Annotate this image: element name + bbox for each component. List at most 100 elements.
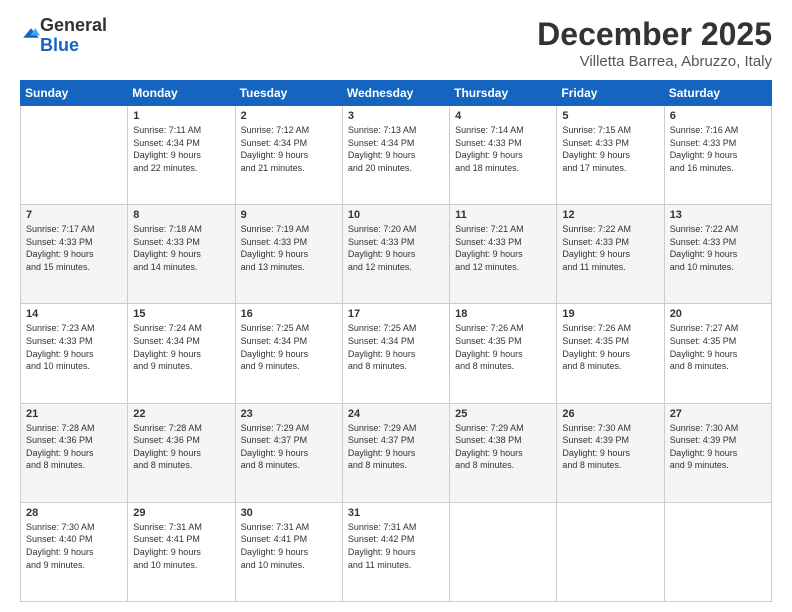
day-info: Sunrise: 7:22 AM Sunset: 4:33 PM Dayligh…: [670, 223, 766, 273]
table-row: 30 Sunrise: 7:31 AM Sunset: 4:41 PM Dayli…: [235, 502, 342, 601]
day-number: 4: [455, 110, 551, 122]
day-number: 3: [348, 110, 444, 122]
table-row: 23Sunrise: 7:29 AM Sunset: 4:37 PM Dayli…: [235, 403, 342, 502]
day-number: 7: [26, 209, 122, 221]
day-number: 5: [562, 110, 658, 122]
table-row: 26 Sunrise: 7:30 AM Sunset: 4:39 PM Dayli…: [557, 403, 664, 502]
calendar-title: December 2025: [537, 16, 772, 53]
day-info: Sunrise: 7:16 AM Sunset: 4:33 PM Dayligh…: [670, 124, 766, 174]
calendar-subtitle: Villetta Barrea, Abruzzo, Italy: [537, 53, 772, 70]
day-info: Sunrise: 7:19 AM Sunset: 4:33 PM Dayligh…: [241, 223, 337, 273]
day-info: Sunrise: 7:31 AM Sunset: 4:41 PM Dayligh…: [241, 521, 337, 571]
day-info: Sunrise: 7:26 AM Sunset: 4:35 PM Dayligh…: [455, 322, 551, 372]
day-info: Sunrise: 7:29 AM Sunset: 4:38 PM Dayligh…: [455, 422, 551, 472]
table-row: [557, 502, 664, 601]
col-monday: Monday: [128, 81, 235, 106]
day-number: 26: [562, 408, 658, 420]
table-row: 13 Sunrise: 7:22 AM Sunset: 4:33 PM Dayli…: [664, 205, 771, 304]
day-number: 12: [562, 209, 658, 221]
logo-icon: [22, 24, 40, 42]
day-number: 27: [670, 408, 766, 420]
day-info: Sunrise: 7:15 AM Sunset: 4:33 PM Dayligh…: [562, 124, 658, 174]
table-row: 28Sunrise: 7:30 AM Sunset: 4:40 PM Dayli…: [21, 502, 128, 601]
table-row: 10 Sunrise: 7:20 AM Sunset: 4:33 PM Dayli…: [342, 205, 449, 304]
day-info: Sunrise: 7:23 AM Sunset: 4:33 PM Dayligh…: [26, 322, 122, 372]
day-number: 2: [241, 110, 337, 122]
table-row: 25 Sunrise: 7:29 AM Sunset: 4:38 PM Dayli…: [450, 403, 557, 502]
table-row: 9 Sunrise: 7:19 AM Sunset: 4:33 PM Daylig…: [235, 205, 342, 304]
day-number: 15: [133, 308, 229, 320]
table-row: [21, 106, 128, 205]
day-number: 28: [26, 507, 122, 519]
day-info: Sunrise: 7:31 AM Sunset: 4:42 PM Dayligh…: [348, 521, 444, 571]
table-row: 12 Sunrise: 7:22 AM Sunset: 4:33 PM Dayli…: [557, 205, 664, 304]
table-row: 31 Sunrise: 7:31 AM Sunset: 4:42 PM Dayli…: [342, 502, 449, 601]
day-number: 6: [670, 110, 766, 122]
table-row: [450, 502, 557, 601]
day-number: 19: [562, 308, 658, 320]
table-row: 8 Sunrise: 7:18 AM Sunset: 4:33 PM Daylig…: [128, 205, 235, 304]
table-row: 16 Sunrise: 7:25 AM Sunset: 4:34 PM Dayli…: [235, 304, 342, 403]
table-row: 17 Sunrise: 7:25 AM Sunset: 4:34 PM Dayli…: [342, 304, 449, 403]
day-info: Sunrise: 7:18 AM Sunset: 4:33 PM Dayligh…: [133, 223, 229, 273]
col-thursday: Thursday: [450, 81, 557, 106]
day-info: Sunrise: 7:11 AM Sunset: 4:34 PM Dayligh…: [133, 124, 229, 174]
calendar-table: Sunday Monday Tuesday Wednesday Thursday…: [20, 80, 772, 602]
page-header: General Blue December 2025 Villetta Barr…: [20, 16, 772, 70]
logo: General Blue: [20, 16, 107, 56]
logo-text: General Blue: [40, 16, 107, 56]
table-row: 7 Sunrise: 7:17 AM Sunset: 4:33 PM Daylig…: [21, 205, 128, 304]
day-number: 16: [241, 308, 337, 320]
day-number: 9: [241, 209, 337, 221]
col-friday: Friday: [557, 81, 664, 106]
table-row: 27 Sunrise: 7:30 AM Sunset: 4:39 PM Dayli…: [664, 403, 771, 502]
day-info: Sunrise: 7:26 AM Sunset: 4:35 PM Dayligh…: [562, 322, 658, 372]
col-tuesday: Tuesday: [235, 81, 342, 106]
table-row: 5 Sunrise: 7:15 AM Sunset: 4:33 PM Daylig…: [557, 106, 664, 205]
day-info: Sunrise: 7:28 AM Sunset: 4:36 PM Dayligh…: [133, 422, 229, 472]
table-row: 21Sunrise: 7:28 AM Sunset: 4:36 PM Dayli…: [21, 403, 128, 502]
day-number: 22: [133, 408, 229, 420]
day-number: 14: [26, 308, 122, 320]
day-info: Sunrise: 7:25 AM Sunset: 4:34 PM Dayligh…: [348, 322, 444, 372]
day-info: Sunrise: 7:14 AM Sunset: 4:33 PM Dayligh…: [455, 124, 551, 174]
day-number: 25: [455, 408, 551, 420]
table-row: 22 Sunrise: 7:28 AM Sunset: 4:36 PM Dayli…: [128, 403, 235, 502]
table-row: 3 Sunrise: 7:13 AM Sunset: 4:34 PM Daylig…: [342, 106, 449, 205]
calendar-header-row: Sunday Monday Tuesday Wednesday Thursday…: [21, 81, 772, 106]
table-row: 4 Sunrise: 7:14 AM Sunset: 4:33 PM Daylig…: [450, 106, 557, 205]
day-number: 30: [241, 507, 337, 519]
table-row: 2Sunrise: 7:12 AM Sunset: 4:34 PM Daylig…: [235, 106, 342, 205]
table-row: 18 Sunrise: 7:26 AM Sunset: 4:35 PM Dayli…: [450, 304, 557, 403]
day-info: Sunrise: 7:30 AM Sunset: 4:39 PM Dayligh…: [670, 422, 766, 472]
table-row: 15 Sunrise: 7:24 AM Sunset: 4:34 PM Dayli…: [128, 304, 235, 403]
table-row: 20 Sunrise: 7:27 AM Sunset: 4:35 PM Dayli…: [664, 304, 771, 403]
table-row: 14 Sunrise: 7:23 AM Sunset: 4:33 PM Dayli…: [21, 304, 128, 403]
day-info: Sunrise: 7:24 AM Sunset: 4:34 PM Dayligh…: [133, 322, 229, 372]
col-sunday: Sunday: [21, 81, 128, 106]
table-row: 29Sunrise: 7:31 AM Sunset: 4:41 PM Dayli…: [128, 502, 235, 601]
day-number: 11: [455, 209, 551, 221]
table-row: 6 Sunrise: 7:16 AM Sunset: 4:33 PM Daylig…: [664, 106, 771, 205]
day-number: 23: [241, 408, 337, 420]
day-number: 10: [348, 209, 444, 221]
day-number: 13: [670, 209, 766, 221]
table-row: 24Sunrise: 7:29 AM Sunset: 4:37 PM Dayli…: [342, 403, 449, 502]
day-number: 17: [348, 308, 444, 320]
day-info: Sunrise: 7:29 AM Sunset: 4:37 PM Dayligh…: [348, 422, 444, 472]
day-number: 1: [133, 110, 229, 122]
day-info: Sunrise: 7:13 AM Sunset: 4:34 PM Dayligh…: [348, 124, 444, 174]
table-row: [664, 502, 771, 601]
day-info: Sunrise: 7:20 AM Sunset: 4:33 PM Dayligh…: [348, 223, 444, 273]
table-row: 1 Sunrise: 7:11 AM Sunset: 4:34 PM Daylig…: [128, 106, 235, 205]
day-number: 31: [348, 507, 444, 519]
day-info: Sunrise: 7:17 AM Sunset: 4:33 PM Dayligh…: [26, 223, 122, 273]
day-info: Sunrise: 7:25 AM Sunset: 4:34 PM Dayligh…: [241, 322, 337, 372]
day-info: Sunrise: 7:27 AM Sunset: 4:35 PM Dayligh…: [670, 322, 766, 372]
day-info: Sunrise: 7:21 AM Sunset: 4:33 PM Dayligh…: [455, 223, 551, 273]
day-info: Sunrise: 7:30 AM Sunset: 4:39 PM Dayligh…: [562, 422, 658, 472]
day-number: 18: [455, 308, 551, 320]
day-info: Sunrise: 7:22 AM Sunset: 4:33 PM Dayligh…: [562, 223, 658, 273]
day-number: 8: [133, 209, 229, 221]
day-number: 20: [670, 308, 766, 320]
